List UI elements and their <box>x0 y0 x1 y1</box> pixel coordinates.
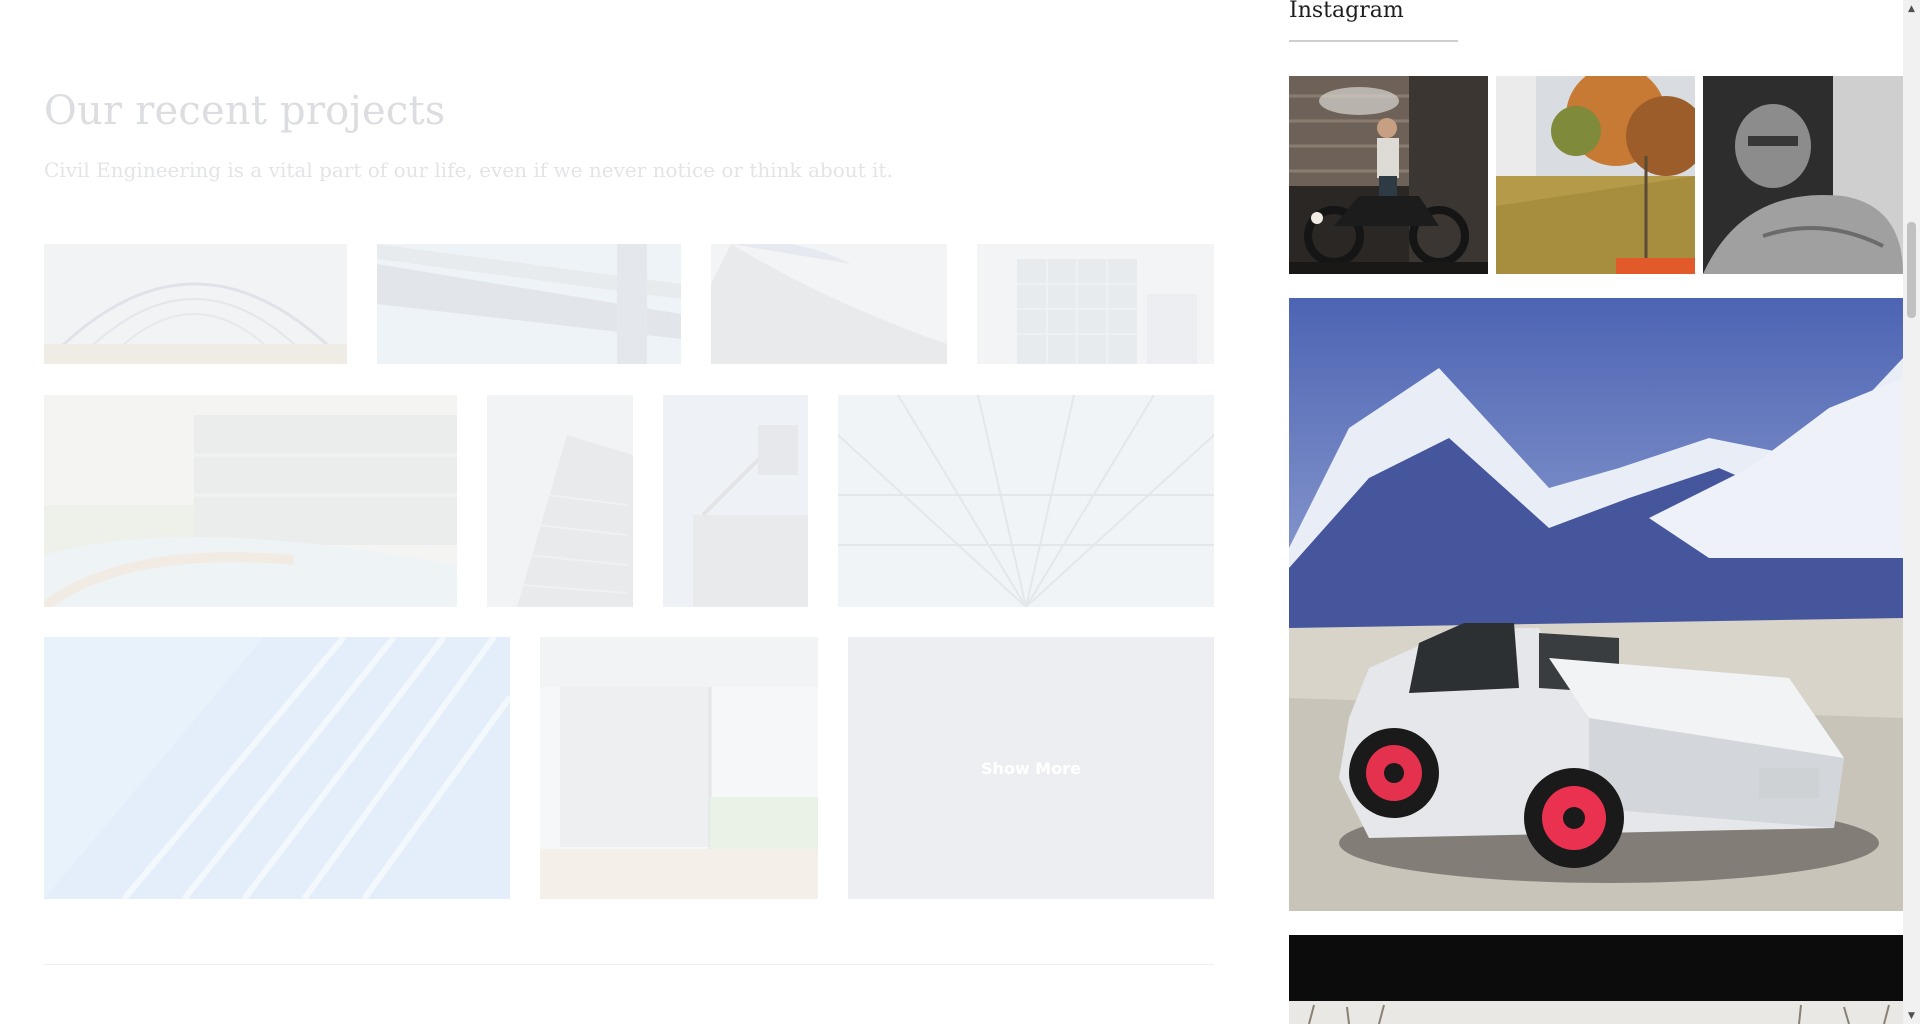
divider <box>44 964 1214 965</box>
project-tile[interactable] <box>377 244 681 364</box>
show-more-label: Show More <box>981 758 1081 778</box>
project-tile[interactable] <box>838 395 1214 607</box>
instagram-photo[interactable] <box>1703 76 1903 274</box>
title-underline <box>1289 40 1458 42</box>
instagram-photo[interactable] <box>1289 76 1488 274</box>
section-title: Our recent projects <box>44 88 446 134</box>
scroll-down-icon[interactable]: ▼ <box>1903 1007 1920 1024</box>
project-tile[interactable] <box>711 244 947 364</box>
project-tile[interactable] <box>44 395 457 607</box>
scrollbar[interactable]: ▲ ▼ <box>1903 0 1920 1024</box>
project-tile[interactable] <box>540 637 818 899</box>
instagram-photo[interactable] <box>1496 76 1695 274</box>
scroll-up-icon[interactable]: ▲ <box>1903 0 1920 17</box>
project-tile[interactable] <box>44 244 347 364</box>
instagram-photo[interactable] <box>1289 935 1903 1024</box>
scrollbar-thumb[interactable] <box>1907 222 1916 318</box>
sidebar: Instagram <box>1289 0 1903 1024</box>
instagram-title: Instagram <box>1289 0 1404 23</box>
project-tile[interactable] <box>977 244 1214 364</box>
instagram-photo[interactable] <box>1289 298 1903 911</box>
project-tile[interactable] <box>487 395 633 607</box>
main-content: Our recent projects Civil Engineering is… <box>0 0 1270 1024</box>
project-tile[interactable] <box>44 637 510 899</box>
project-tile[interactable] <box>663 395 808 607</box>
section-subtitle: Civil Engineering is a vital part of our… <box>44 158 893 182</box>
show-more-button[interactable]: Show More <box>848 637 1214 899</box>
